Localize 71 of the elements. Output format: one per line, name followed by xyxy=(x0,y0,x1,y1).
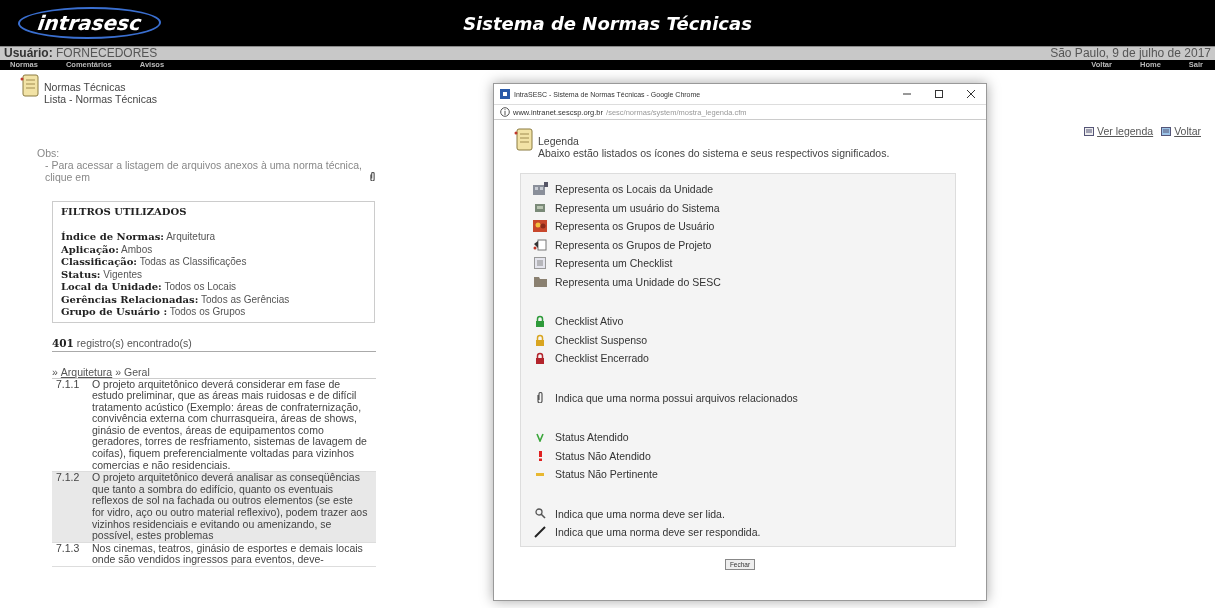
document-icon xyxy=(514,128,534,152)
system-title: Sistema de Normas Técnicas xyxy=(463,12,752,34)
checklist-icon xyxy=(534,257,546,270)
project-group-icon xyxy=(533,238,547,251)
norm-text: Nos cinemas, teatros, ginásio de esportes e demais locais onde são vendidos ingressos para eventos, deve- xyxy=(92,542,364,566)
user-label: Usuário: FORNECEDORES xyxy=(4,47,158,60)
filter-text: Índice de Normas: Arquitetura xyxy=(61,231,217,244)
norm-code: 7.1.1 xyxy=(56,378,80,392)
legend-text: Checklist Suspenso xyxy=(555,333,648,346)
dash-icon xyxy=(536,472,544,476)
lock-icon xyxy=(535,352,545,365)
legend-title: Legenda xyxy=(538,135,580,147)
maximize-icon[interactable] xyxy=(934,89,944,99)
app-icon xyxy=(500,89,510,99)
breadcrumb-current: Geral xyxy=(124,365,150,378)
norm-text: O projeto arquitetônico deverá analisar as conseqüências que tanto a sombra do edifício, quanto os eventuais reflexos de sol na fachada ou outros elementos (se este for vidro, aço ou outro material reflexivo), podem trazer aos vizinhos residenciais e evitando ou amenizando, se possível, estes problemas xyxy=(92,472,368,542)
close-icon[interactable] xyxy=(966,89,976,99)
norm-code: 7.1.3 xyxy=(56,542,81,556)
pencil-icon xyxy=(534,526,546,539)
building-icon xyxy=(532,182,548,197)
filter-text: Local da Unidade: Todos os Locais xyxy=(61,281,238,294)
norm-row[interactable]: 7.1.3 Nos cinemas, teatros, ginásio de esportes e demais locais onde são vendidos ingressos para eventos, deve- xyxy=(52,542,376,567)
legend-text: Representa uma Unidade do SESC xyxy=(555,275,721,288)
group-icon xyxy=(533,220,547,233)
legend-text: Status Atendido xyxy=(555,431,629,444)
obs-text: - Para acessar a listagem de arquivos anexos à uma norma técnica, clique em xyxy=(45,159,363,183)
legend-text: Representa um Checklist xyxy=(555,257,673,270)
legend-text: Representa os Grupos de Usuário xyxy=(555,220,715,233)
link[interactable]: Voltar xyxy=(1174,125,1201,137)
exclamation-icon xyxy=(538,450,542,461)
filter-text: Status: Vigentes xyxy=(61,268,144,281)
legend-intro: Abaixo estão listados os ícones do sistema e seus respectivos significados. xyxy=(538,147,890,159)
norm-code: 7.1.2 xyxy=(56,472,81,486)
legend-text: Indica que uma norma deve ser lida. xyxy=(555,507,725,520)
obs-label: Obs: xyxy=(37,147,61,159)
legend-text: Status Não Pertinente xyxy=(555,468,658,481)
search-icon xyxy=(534,508,546,520)
user-icon xyxy=(534,201,546,214)
filter-text: Aplicação: Ambos xyxy=(61,243,154,256)
legend-text: Representa os Locais da Unidade xyxy=(555,183,714,196)
folder-icon xyxy=(533,276,547,288)
date-text: São Paulo, 9 de julho de 2017 xyxy=(1050,47,1211,60)
back-icon xyxy=(1161,126,1172,136)
info-icon xyxy=(500,107,510,117)
document-icon xyxy=(20,74,40,98)
legend-text: Indica que uma norma deve ser respondida. xyxy=(555,526,761,539)
page-subtitle: Lista - Normas Técnicas xyxy=(44,93,157,105)
legend-text: Representa um usuário do Sistema xyxy=(555,201,720,214)
filter-text: Grupo de Usuário : Todos os Grupos xyxy=(61,306,247,319)
breadcrumb-link[interactable]: Arquitetura xyxy=(60,365,113,378)
page-title: Normas Técnicas xyxy=(44,81,127,93)
legend-text: Checklist Ativo xyxy=(555,315,624,328)
breadcrumb-separator: » xyxy=(115,365,122,378)
filters-title: FILTROS UTILIZADOS xyxy=(61,206,188,217)
legend-icon xyxy=(1084,126,1095,136)
norm-row[interactable] xyxy=(52,472,376,543)
legend-text: Checklist Encerrado xyxy=(555,352,649,365)
check-mark-icon xyxy=(536,432,544,442)
paperclip-icon xyxy=(537,392,543,404)
link[interactable]: Ver legenda xyxy=(1097,125,1154,137)
paperclip-icon xyxy=(370,172,375,181)
legend-text: Representa os Grupos de Projeto xyxy=(555,238,712,251)
legend-text: Status Não Atendido xyxy=(555,449,651,462)
filter-text: Gerências Relacionadas: Todos as Gerências xyxy=(61,293,291,306)
breadcrumb-separator: » xyxy=(52,365,58,378)
lock-icon xyxy=(535,333,545,346)
records-count: 401 registro(s) encontrado(s) xyxy=(52,336,376,352)
norm-text: O projeto arquitetônico deverá considerar em fase de estudo preliminar, que as áreas mais ruidosas e de difícil tratamento acústico (Exemplo: áreas de confraternização, convivência externa com churrasqueira, áreas de shows, ginásio de eventos, áreas de equipamentos como geradores, torres de resfriamento, sistemas de lavagem de coifas), fiquem preferencialmente voltadas para vizinhos comercias e não residenciais. xyxy=(92,378,368,472)
legend-text: Indica que uma norma possui arquivos relacionados xyxy=(555,391,798,404)
filter-text: Classificação: Todas as Classificações xyxy=(61,256,248,269)
lock-icon xyxy=(535,315,545,328)
